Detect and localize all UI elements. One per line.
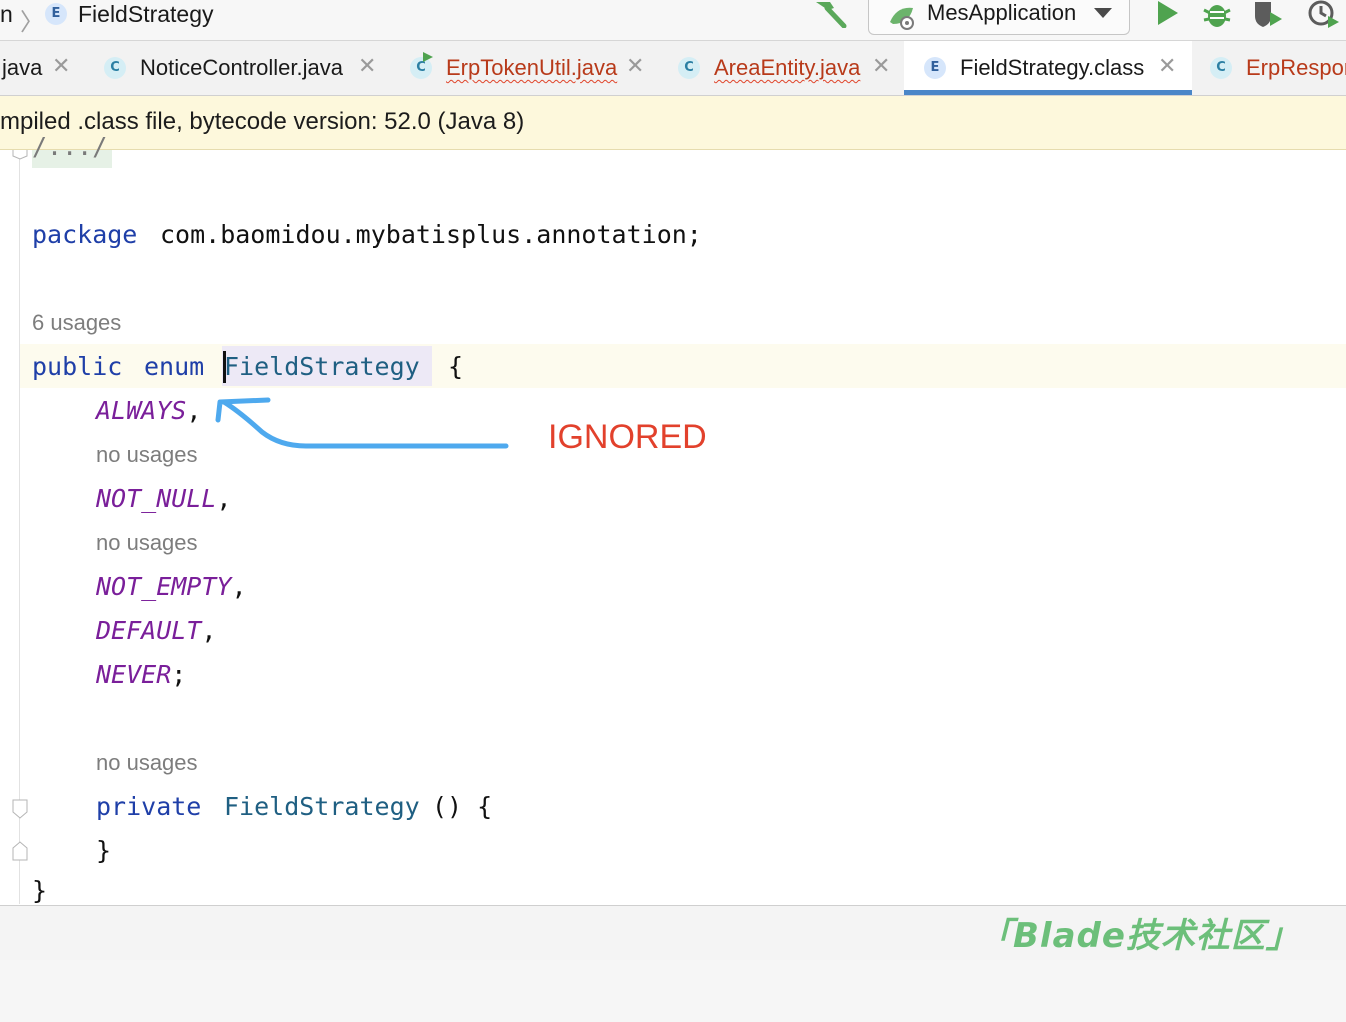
tab-label: NoticeController.java (140, 55, 343, 80)
close-icon[interactable]: ✕ (1158, 54, 1176, 79)
close-icon[interactable]: ✕ (872, 54, 890, 79)
tab-erp-response[interactable]: C ErpRespor (1196, 41, 1346, 95)
close-icon[interactable]: ✕ (626, 54, 644, 79)
editor-tab-bar: java ✕ C NoticeController.java ✕ C ErpTo… (0, 41, 1346, 96)
tab-field-strategy[interactable]: E FieldStrategy.class ✕ (904, 41, 1192, 95)
usages-hint[interactable]: no usages (96, 442, 198, 468)
folded-comment[interactable]: /.../ (32, 132, 107, 161)
keyword-package: package (32, 220, 138, 249)
run-configuration-selector[interactable]: MesApplication (868, 0, 1130, 35)
close-icon[interactable]: ✕ (358, 54, 376, 79)
usages-hint[interactable]: no usages (96, 530, 198, 556)
hammer-icon[interactable] (812, 0, 848, 28)
keyword-private: private (96, 792, 202, 821)
breadcrumb-parent[interactable]: n (0, 0, 13, 30)
profile-icon[interactable] (1306, 0, 1340, 28)
enum-constant[interactable]: NEVER; (96, 660, 186, 689)
breadcrumb-separator-icon: 〉 (20, 9, 44, 36)
decompiled-notice-banner: mpiled .class file, bytecode version: 52… (0, 96, 1346, 150)
class-file-icon: C (1210, 57, 1232, 79)
usages-hint[interactable]: 6 usages (32, 310, 121, 336)
keyword-public: public (32, 352, 123, 381)
class-file-icon: C (678, 57, 700, 79)
breadcrumb-current[interactable]: FieldStrategy (78, 0, 214, 30)
constructor-close-brace: } (96, 836, 112, 865)
run-marker-icon (423, 52, 433, 62)
fold-start-icon[interactable] (12, 798, 28, 822)
enum-constant[interactable]: NOT_EMPTY, (96, 572, 247, 601)
navigation-bar: n 〉 E FieldStrategy MesApplication (0, 0, 1346, 41)
class-file-icon: C (104, 57, 126, 79)
tool-window-panel (0, 960, 1346, 1022)
tab-label: ErpTokenUtil.java (446, 55, 618, 80)
open-brace: { (448, 352, 464, 381)
enum-constant[interactable]: DEFAULT, (96, 616, 216, 645)
tab-java[interactable]: java ✕ (0, 41, 90, 95)
run-configuration-label: MesApplication (927, 0, 1077, 25)
tab-label: FieldStrategy.class (960, 55, 1145, 80)
tab-erp-token-util[interactable]: C ErpTokenUtil.java ✕ (396, 41, 656, 95)
text-caret (223, 351, 226, 383)
code-editor[interactable] (0, 150, 1346, 904)
enum-file-icon: E (45, 3, 67, 25)
debug-icon[interactable] (1202, 0, 1232, 28)
gutter-divider (19, 150, 20, 904)
watermark: 「Blade技术社区」 (978, 916, 1301, 956)
fold-end-icon[interactable] (12, 838, 28, 862)
spring-boot-icon (890, 7, 914, 30)
tab-label: ErpRespor (1246, 55, 1346, 80)
enum-file-icon: E (924, 57, 946, 79)
constructor-name[interactable]: FieldStrategy (224, 792, 420, 821)
current-line-highlight (20, 344, 1346, 388)
dropdown-icon[interactable] (1093, 6, 1113, 20)
tab-area-entity[interactable]: C AreaEntity.java ✕ (664, 41, 902, 95)
constructor-signature: () { (432, 792, 493, 821)
run-icon[interactable] (1154, 0, 1180, 26)
enum-name[interactable]: FieldStrategy (224, 352, 420, 381)
coverage-icon[interactable] (1252, 0, 1284, 28)
tab-label: AreaEntity.java (714, 55, 861, 80)
tab-label: java (2, 55, 43, 80)
enum-close-brace: } (32, 876, 48, 905)
annotation-arrow (215, 397, 509, 449)
close-icon[interactable]: ✕ (52, 54, 70, 79)
usages-hint[interactable]: no usages (96, 750, 198, 776)
package-name: com.baomidou.mybatisplus.annotation; (160, 220, 702, 249)
active-tab-indicator (904, 90, 1192, 95)
enum-constant[interactable]: ALWAYS, (96, 396, 201, 425)
fold-end-icon[interactable] (12, 150, 28, 160)
annotation-label: IGNORED (548, 418, 707, 456)
enum-constant[interactable]: NOT_NULL, (96, 484, 231, 513)
tab-notice-controller[interactable]: C NoticeController.java ✕ (90, 41, 390, 95)
keyword-enum: enum (144, 352, 205, 381)
